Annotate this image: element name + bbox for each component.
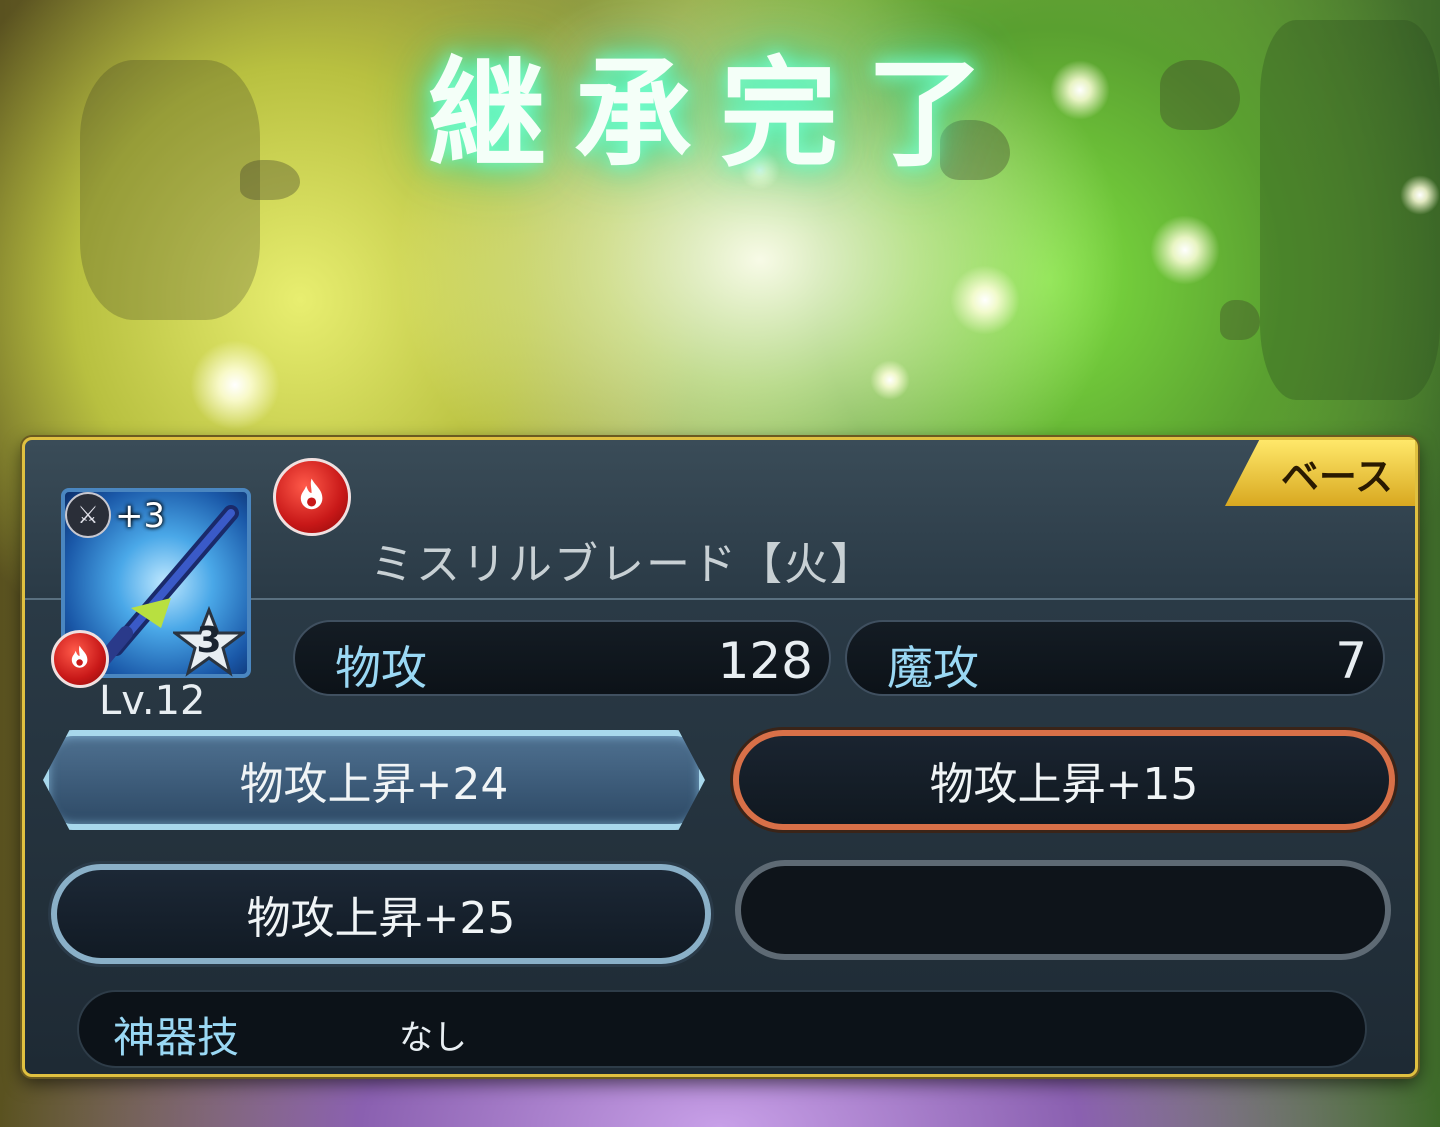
skill-slot-3[interactable]: 物攻上昇+25 <box>51 864 711 964</box>
sparkle <box>950 265 1020 335</box>
skill-slot-4[interactable] <box>735 860 1391 960</box>
base-tag: ベース <box>1225 440 1415 506</box>
fire-icon <box>273 458 351 536</box>
mag-attack-value: 7 <box>1335 632 1367 690</box>
mag-attack-label: 魔攻 <box>887 641 979 695</box>
star-icon: 3 <box>170 605 248 678</box>
item-detail-panel: ベース ⚔ +3 3 Lv.12 ミスリルブレード【火】 物攻 128 魔攻 7… <box>22 437 1418 1077</box>
sparkle <box>1150 215 1220 285</box>
item-plus: +3 <box>115 496 166 536</box>
background-debris <box>1220 300 1260 340</box>
divine-skill-row: 神器技 なし <box>77 990 1367 1068</box>
item-level: Lv.12 <box>99 678 206 724</box>
sparkle <box>870 360 910 400</box>
phys-attack-stat: 物攻 128 <box>293 620 831 696</box>
sparkle <box>190 340 280 430</box>
divine-skill-label: 神器技 <box>113 1013 240 1062</box>
phys-attack-label: 物攻 <box>335 641 427 695</box>
star-count: 3 <box>196 620 222 661</box>
skill-slot-1[interactable]: 物攻上昇+24 <box>43 730 705 830</box>
mag-attack-stat: 魔攻 7 <box>845 620 1385 696</box>
sword-icon: ⚔ <box>65 492 111 538</box>
item-name: ミスリルブレード【火】 <box>370 539 876 590</box>
skill-slot-2[interactable]: 物攻上昇+15 <box>733 730 1395 830</box>
page-title: 継承完了 <box>427 44 1012 183</box>
divine-skill-value: なし <box>399 1018 467 1058</box>
phys-attack-value: 128 <box>717 632 813 690</box>
